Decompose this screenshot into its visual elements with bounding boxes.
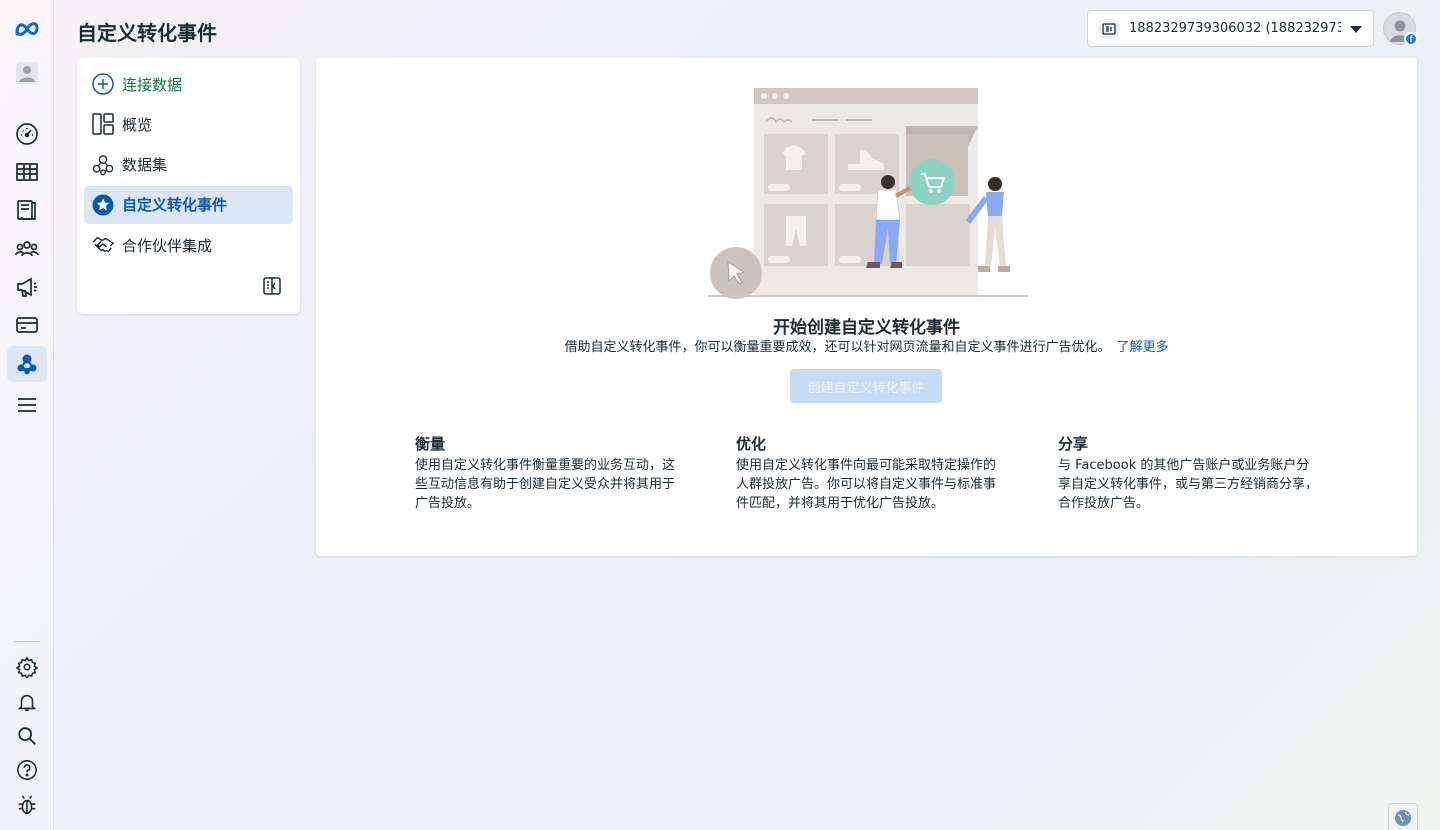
audience-icon[interactable]: [7, 231, 47, 267]
empty-state-title: 开始创建自定义转化事件: [773, 318, 960, 338]
plus-circle-icon: [92, 73, 114, 95]
feature-title: 衡量: [415, 435, 446, 453]
gear-icon[interactable]: [7, 649, 47, 685]
shopping-illustration: [708, 88, 1028, 299]
avatar[interactable]: f: [1383, 12, 1418, 46]
nav-item-label: 自定义转化事件: [122, 196, 228, 215]
nav-item-label: 数据集: [122, 156, 168, 175]
search-icon[interactable]: [7, 718, 47, 754]
facebook-badge-icon: f: [1404, 32, 1418, 46]
feature-text: 与 Facebook 的其他广告账户或业务账户分享自定义转化事件，或与第三方经销…: [1058, 458, 1319, 511]
business-account-icon: [1098, 17, 1120, 40]
nav-item-overview[interactable]: 概览: [84, 105, 293, 143]
globe-icon: [1395, 810, 1411, 826]
learn-more-link[interactable]: 了解更多: [1117, 340, 1169, 355]
ad-account-label: 1882329739306032 (1882329739...: [1129, 21, 1341, 36]
nav-item-connect-data[interactable]: 连接数据: [84, 65, 293, 103]
left-rail: [0, 0, 54, 830]
nav-item-datasets[interactable]: 数据集: [84, 146, 293, 184]
page-title: 自定义转化事件: [77, 21, 217, 45]
description-text: 借助自定义转化事件，你可以衡量重要成效，还可以针对网页流量和自定义事件进行广告优…: [564, 340, 1111, 355]
collapse-panel-icon[interactable]: [262, 276, 282, 300]
megaphone-icon[interactable]: [7, 269, 47, 305]
feature-text: 使用自定义转化事件向最可能采取特定操作的人群投放广告。你可以将自定义事件与标准事…: [736, 458, 997, 511]
feature-share: 分享 与 Facebook 的其他广告账户或业务账户分享自定义转化事件，或与第三…: [1058, 433, 1320, 513]
language-globe-button[interactable]: [1388, 803, 1418, 830]
nav-item-label: 概览: [122, 115, 153, 134]
feature-title: 分享: [1058, 435, 1089, 453]
star-badge-icon: [92, 194, 114, 216]
events-manager-nav: 连接数据 概览 数据集 自定义转化事件 合作伙伴集成: [77, 58, 300, 314]
feature-text: 使用自定义转化事件衡量重要的业务互动，这些互动信息有助于创建自定义受众并将其用于…: [415, 458, 676, 511]
ad-account-selector[interactable]: 1882329739306032 (1882329739...: [1087, 10, 1374, 47]
billing-card-icon[interactable]: [7, 307, 47, 343]
dataset-icon: [92, 154, 114, 176]
dashboard-gauge-icon[interactable]: [7, 116, 47, 152]
nav-item-partner-integrations[interactable]: 合作伙伴集成: [84, 226, 293, 264]
profile-icon[interactable]: [7, 55, 47, 91]
overview-layout-icon: [92, 113, 114, 136]
nav-item-label: 连接数据: [122, 75, 183, 94]
main-content-card: 开始创建自定义转化事件 借助自定义转化事件，你可以衡量重要成效，还可以针对网页流…: [316, 58, 1417, 556]
meta-logo-icon[interactable]: [7, 11, 47, 47]
create-custom-conversion-button[interactable]: 创建自定义转化事件: [790, 369, 942, 403]
bug-icon[interactable]: [7, 787, 47, 823]
empty-state-description: 借助自定义转化事件，你可以衡量重要成效，还可以针对网页流量和自定义事件进行广告优…: [316, 336, 1417, 355]
feature-optimize: 优化 使用自定义转化事件向最可能采取特定操作的人群投放广告。你可以将自定义事件与…: [736, 433, 998, 513]
feature-measure: 衡量 使用自定义转化事件衡量重要的业务互动，这些互动信息有助于创建自定义受众并将…: [415, 433, 677, 513]
bell-icon[interactable]: [7, 684, 47, 720]
menu-icon[interactable]: [7, 387, 47, 423]
nav-item-custom-conversions[interactable]: 自定义转化事件: [84, 185, 293, 224]
chevron-down-icon: [1349, 19, 1363, 38]
catalog-icon[interactable]: [7, 192, 47, 228]
rail-divider: [14, 641, 40, 642]
events-manager-icon[interactable]: [7, 346, 47, 382]
feature-title: 优化: [736, 435, 767, 453]
nav-item-label: 合作伙伴集成: [122, 236, 213, 255]
handshake-icon: [92, 234, 114, 256]
table-icon[interactable]: [7, 154, 47, 190]
help-icon[interactable]: [7, 752, 47, 788]
